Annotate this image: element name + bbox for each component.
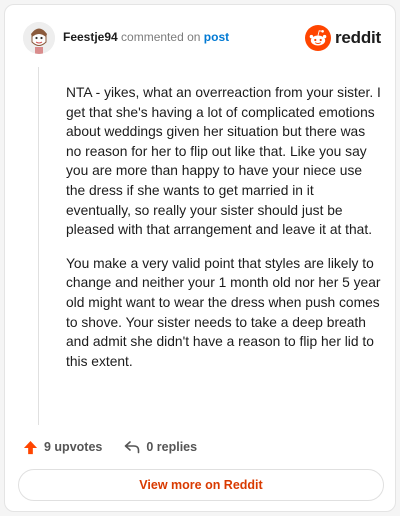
comment-actions: 9 upvotes 0 replies	[23, 437, 219, 457]
thread-line	[38, 67, 39, 425]
post-link[interactable]: post	[204, 30, 229, 44]
commented-on-text: commented on	[121, 30, 201, 44]
upvote-arrow-icon	[23, 440, 38, 454]
reply-arrow-icon	[125, 441, 140, 454]
comment-body: NTA - yikes, what an overreaction from y…	[66, 83, 382, 385]
upvote-button[interactable]: 9 upvotes	[23, 440, 102, 455]
reddit-alien-icon	[304, 25, 331, 51]
reply-button[interactable]: 0 replies	[124, 440, 197, 454]
user-avatar[interactable]	[23, 22, 55, 54]
reply-count: 0 replies	[146, 440, 198, 454]
upvote-count: 9 upvotes	[44, 440, 103, 454]
embed-card: Feestje94 commented on post reddit NTA -…	[4, 4, 396, 512]
reddit-wordmark: reddit	[334, 28, 381, 47]
view-more-button[interactable]: View more on Reddit	[18, 469, 384, 501]
comment-paragraph: NTA - yikes, what an overreaction from y…	[66, 85, 381, 238]
username-link[interactable]: Feestje94	[63, 30, 118, 44]
comment-paragraph: You make a very valid point that styles …	[66, 255, 381, 369]
reddit-logo[interactable]: reddit	[304, 24, 381, 52]
comment-header: Feestje94 commented on post reddit	[23, 22, 381, 58]
comment-byline: Feestje94 commented on post	[63, 30, 229, 44]
